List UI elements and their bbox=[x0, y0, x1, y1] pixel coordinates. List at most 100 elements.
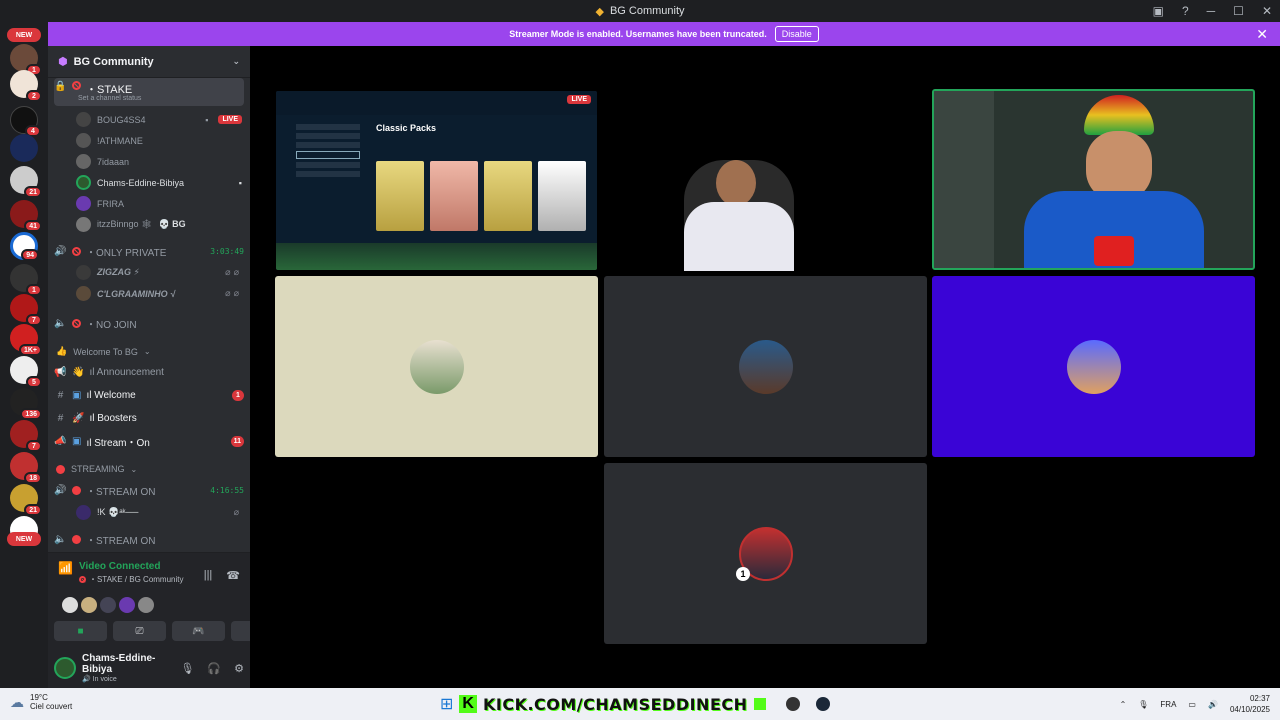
server-icon[interactable]: 21 bbox=[10, 166, 42, 198]
channel-announcement[interactable]: 📢 👋 ıl Announcement bbox=[54, 363, 244, 381]
game-menu bbox=[296, 121, 360, 211]
server-icon[interactable]: 1 bbox=[10, 264, 42, 296]
avatar bbox=[76, 112, 91, 127]
avatar[interactable] bbox=[138, 597, 154, 613]
voice-channel-stream-on-2[interactable]: 🔈 ・STREAM ON bbox=[54, 530, 244, 548]
voice-user[interactable]: Chams-Eddine-Bibiya ▪ bbox=[76, 175, 242, 190]
volume-icon[interactable]: 🔊 bbox=[1208, 700, 1218, 709]
voice-user[interactable]: !ATHMANE bbox=[76, 133, 242, 148]
server-icon[interactable]: 7 bbox=[10, 420, 42, 452]
pack-card bbox=[484, 161, 532, 231]
beanie-hat bbox=[1084, 95, 1154, 135]
network-icon[interactable]: ▭ bbox=[1188, 700, 1196, 709]
server-icon[interactable]: 18 bbox=[10, 452, 42, 484]
server-icon[interactable]: 21 bbox=[10, 484, 42, 516]
weather-condition: Ciel couvert bbox=[30, 702, 73, 711]
maximize-button[interactable]: ☐ bbox=[1233, 4, 1244, 18]
close-window-button[interactable]: ✕ bbox=[1262, 4, 1272, 18]
obs-icon[interactable] bbox=[785, 697, 800, 711]
server-icon[interactable]: 1 bbox=[10, 44, 42, 76]
server-icon[interactable]: 5 bbox=[10, 356, 42, 388]
server-icon[interactable]: 136 bbox=[10, 388, 42, 420]
welcome-emoji-icon: ▣ bbox=[72, 389, 82, 401]
voice-user[interactable]: !K 💀ᵃᵏ── ⌀ bbox=[76, 505, 242, 520]
chevron-up-icon[interactable]: ⌃ bbox=[1120, 700, 1127, 709]
microphone-icon[interactable]: 🎙 bbox=[180, 662, 194, 675]
app-icon[interactable] bbox=[753, 698, 766, 710]
username[interactable]: Chams-Eddine-Bibiya bbox=[82, 653, 174, 675]
category-streaming[interactable]: STREAMING ⌄ bbox=[56, 464, 137, 474]
red-circle-icon bbox=[56, 464, 65, 474]
noise-suppression-icon[interactable]: ||| bbox=[204, 569, 213, 582]
microphone-icon[interactable]: 🎙 bbox=[1138, 700, 1148, 709]
avatar[interactable] bbox=[100, 597, 116, 613]
activities-button[interactable]: 🎮 bbox=[172, 621, 225, 641]
weather-widget[interactable]: ☁ 19°C Ciel couvert bbox=[10, 693, 72, 711]
voice-user[interactable]: itzzBinngo 🕸 💀 BG bbox=[76, 217, 242, 232]
help-icon[interactable]: ? bbox=[1182, 4, 1189, 18]
rocket-icon: 🚀 bbox=[72, 412, 85, 424]
inbox-icon[interactable]: ▣ bbox=[1153, 4, 1164, 18]
server-icon[interactable]: 2 bbox=[10, 70, 42, 102]
voice-user[interactable]: ZIGZAG ⚡ ⌀⌀ bbox=[76, 265, 242, 280]
voice-channel-stream-on[interactable]: 🔊 ・STREAM ON 4:16:55 bbox=[54, 481, 244, 499]
channel-stream-on[interactable]: 📣 ▣ ıl Stream・On 11 bbox=[54, 432, 244, 450]
voice-user[interactable]: C'LGRAAMINHO √ ⌀⌀ bbox=[76, 286, 242, 301]
screen-share-tile[interactable]: LIVE Classic Packs bbox=[275, 90, 598, 271]
server-icon[interactable]: 41 bbox=[10, 200, 42, 232]
channel-welcome[interactable]: # ▣ ıl Welcome 1 bbox=[54, 386, 244, 404]
voice-status[interactable]: Video Connected bbox=[79, 561, 184, 572]
voice-user[interactable]: FRIRA bbox=[76, 196, 242, 211]
server-icon[interactable]: 1K+ bbox=[10, 324, 42, 356]
user-tag: 💀 BG bbox=[158, 219, 186, 229]
participant-tile[interactable] bbox=[932, 276, 1255, 457]
disable-streamer-mode-button[interactable]: Disable bbox=[774, 26, 819, 42]
avatar[interactable] bbox=[119, 597, 135, 613]
call-timer: 3:03:49 bbox=[210, 246, 244, 256]
pack-card bbox=[430, 161, 478, 231]
windows-start-icon[interactable]: ⊞ bbox=[440, 694, 453, 714]
video-icon: ▪ bbox=[238, 177, 242, 188]
voice-channel-only-private[interactable]: 🔊 ・ONLY PRIVATE 3:03:49 bbox=[54, 242, 244, 260]
avatar[interactable] bbox=[54, 657, 76, 679]
clock[interactable]: 02:37 04/10/2025 bbox=[1230, 693, 1270, 715]
thumbs-up-icon: 👍 bbox=[56, 346, 68, 356]
participant-tile[interactable] bbox=[275, 276, 598, 457]
camera-button[interactable]: ■ bbox=[54, 621, 107, 641]
live-badge: LIVE bbox=[218, 115, 242, 124]
category-welcome[interactable]: 👍 Welcome To BG ⌄ bbox=[56, 346, 151, 357]
disconnect-icon[interactable]: ☎ bbox=[226, 569, 240, 582]
server-icon[interactable]: 7 bbox=[10, 294, 42, 326]
language-indicator[interactable]: FRA bbox=[1160, 700, 1176, 709]
new-unread-pill[interactable]: NEW bbox=[7, 532, 41, 546]
close-banner-icon[interactable]: ✕ bbox=[1256, 26, 1268, 43]
temperature: 19°C bbox=[30, 693, 48, 702]
gear-icon[interactable]: ⚙ bbox=[234, 662, 244, 675]
voice-user[interactable]: BOUG4SS4 ▪ LIVE bbox=[76, 112, 242, 127]
channel-status[interactable]: Set a channel status bbox=[78, 95, 141, 102]
minimize-button[interactable]: ─ bbox=[1207, 4, 1216, 18]
channel-boosters[interactable]: # 🚀 ıl Boosters bbox=[54, 409, 244, 427]
avatar bbox=[738, 339, 793, 394]
voice-channel-path[interactable]: ・STAKE / BG Community bbox=[89, 574, 184, 585]
new-unread-pill[interactable]: NEW bbox=[7, 28, 41, 42]
server-icon[interactable]: 94 bbox=[10, 232, 39, 261]
avatar[interactable] bbox=[81, 597, 97, 613]
avatar[interactable] bbox=[62, 597, 78, 613]
chevron-down-icon: ⌄ bbox=[130, 464, 138, 474]
voice-user[interactable]: 7idaaan bbox=[76, 154, 242, 169]
hashtag-icon: # bbox=[57, 412, 64, 424]
guild-header[interactable]: ⬢ BG Community ⌄ bbox=[48, 46, 250, 78]
screen-share-button[interactable]: ⎚ bbox=[113, 621, 166, 641]
steam-icon[interactable] bbox=[815, 697, 830, 711]
voice-channel-no-join[interactable]: 🔈 ・NO JOIN bbox=[54, 314, 244, 332]
server-rail: NEW 1 2 4 21 41 94 1 7 1K+ 5 136 7 18 21… bbox=[0, 22, 48, 688]
server-icon[interactable]: 4 bbox=[10, 106, 41, 137]
webcam-tile[interactable] bbox=[604, 90, 927, 271]
avatar bbox=[76, 133, 91, 148]
server-icon[interactable] bbox=[10, 134, 38, 162]
participant-tile[interactable]: 1 bbox=[604, 463, 927, 644]
headphones-icon[interactable]: 🎧 bbox=[207, 662, 221, 675]
webcam-tile-speaking[interactable] bbox=[932, 89, 1255, 270]
participant-tile[interactable] bbox=[604, 276, 927, 457]
